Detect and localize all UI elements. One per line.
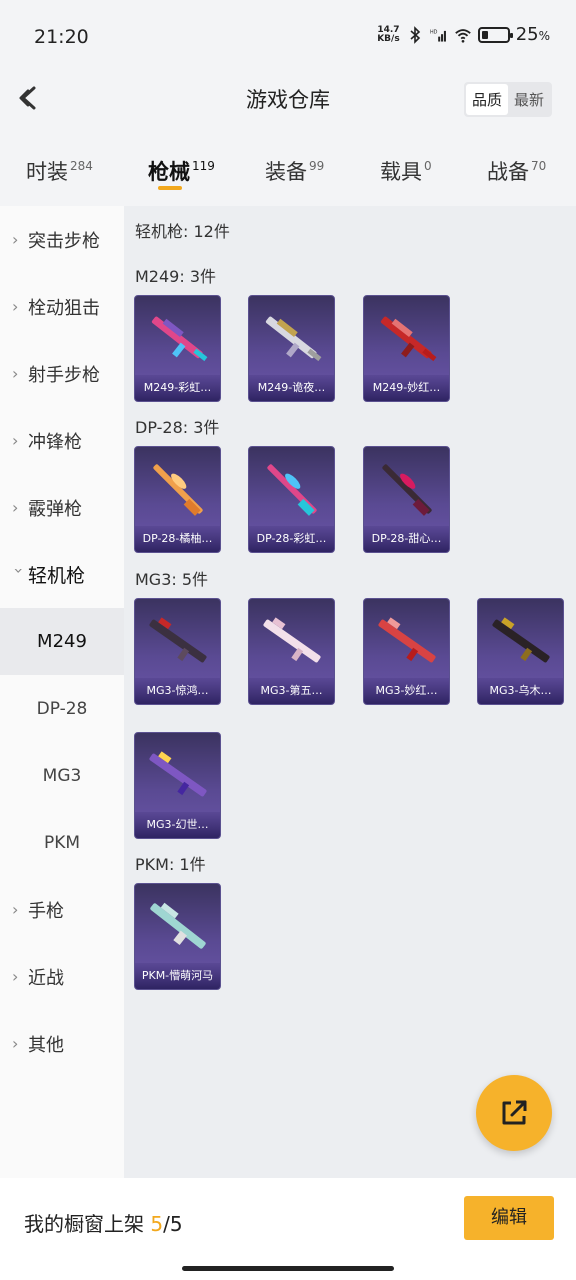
chevron-right-icon: › — [12, 498, 19, 517]
weapon-card[interactable]: MG3-惊鸿… — [134, 598, 221, 705]
weapon-card[interactable]: M249-妙红… — [363, 295, 450, 402]
weapon-skin-image — [149, 751, 207, 797]
showcase-label: 我的橱窗上架 5/5 — [24, 1212, 183, 1236]
weapon-card[interactable]: DP-28-甜心… — [363, 446, 450, 553]
share-external-icon — [502, 1100, 527, 1125]
status-icons: 14.7 KB/s HD 25% — [377, 24, 550, 45]
weapon-card[interactable]: M249-彩虹… — [134, 295, 221, 402]
weapon-sidebar: › 突击步枪 › 栓动狙击 › 射手步枪 › 冲锋枪 › 霰弹枪 › 轻机枪 M249 DP… — [0, 206, 124, 1178]
category-tabs: 时装 284 枪械 119 装备 99 载具 0 战备 70 — [0, 140, 576, 200]
weapon-skin-image — [380, 316, 437, 362]
sidebar-item-smg[interactable]: › 冲锋枪 — [0, 407, 124, 474]
chevron-right-icon: › — [12, 900, 19, 919]
weapon-skin-image — [153, 464, 203, 516]
battery-percent: 25% — [515, 24, 550, 45]
chevron-right-icon: › — [12, 967, 19, 986]
network-speed: 14.7 KB/s — [377, 24, 400, 44]
tab-fashion[interactable]: 时装 284 — [26, 156, 93, 186]
header: 游戏仓库 品质 最新 — [0, 72, 576, 128]
weapon-skin-image — [149, 617, 207, 663]
group-label-dp28: DP-28: 3件 — [135, 418, 220, 437]
share-fab-button[interactable] — [476, 1075, 552, 1151]
sort-toggle: 品质 最新 — [463, 82, 552, 117]
chevron-right-icon: › — [12, 1034, 19, 1053]
weapon-skin-image — [151, 316, 208, 362]
bluetooth-icon — [410, 25, 420, 44]
chevron-right-icon: › — [12, 431, 19, 450]
chevron-down-icon: › — [9, 567, 29, 574]
weapon-skin-image — [150, 902, 206, 949]
sidebar-item-bolt-sniper[interactable]: › 栓动狙击 — [0, 273, 124, 340]
home-indicator[interactable] — [182, 1266, 394, 1271]
sidebar-item-marksman-rifle[interactable]: › 射手步枪 — [0, 340, 124, 407]
edit-button[interactable]: 编辑 — [464, 1196, 554, 1240]
chevron-right-icon: › — [12, 364, 19, 383]
signal-icon: HD — [430, 29, 446, 42]
weapon-card[interactable]: MG3-第五… — [248, 598, 335, 705]
weapon-grid: 轻机枪: 12件 M249: 3件 M249-彩虹… M249-诡夜… M249… — [124, 206, 576, 1178]
tab-vehicles[interactable]: 载具 0 — [380, 156, 432, 186]
sidebar-item-dp28[interactable]: DP-28 — [0, 675, 124, 742]
svg-text:HD: HD — [430, 29, 438, 35]
showcase-bar: 我的橱窗上架 5/5 编辑 — [0, 1178, 576, 1280]
sidebar-item-other[interactable]: › 其他 — [0, 1010, 124, 1077]
tab-equipment[interactable]: 装备 99 — [265, 156, 324, 186]
group-label-mg3: MG3: 5件 — [135, 570, 209, 589]
weapon-card[interactable]: MG3-乌木… — [477, 598, 564, 705]
group-label-m249: M249: 3件 — [135, 267, 217, 286]
weapon-skin-image — [265, 316, 322, 362]
sidebar-item-mg3[interactable]: MG3 — [0, 742, 124, 809]
weapon-card[interactable]: M249-诡夜… — [248, 295, 335, 402]
status-bar: 21:20 14.7 KB/s HD 25% — [0, 0, 576, 72]
sidebar-item-shotgun[interactable]: › 霰弹枪 — [0, 474, 124, 541]
weapon-card[interactable]: DP-28-彩虹… — [248, 446, 335, 553]
weapon-card[interactable]: DP-28-橘柚… — [134, 446, 221, 553]
weapon-skin-image — [378, 617, 436, 663]
sidebar-item-assault-rifle[interactable]: › 突击步枪 — [0, 206, 124, 273]
weapon-skin-image — [382, 464, 432, 516]
sidebar-item-pkm[interactable]: PKM — [0, 809, 124, 876]
sidebar-item-m249[interactable]: M249 — [0, 608, 124, 675]
wifi-icon — [454, 28, 471, 43]
weapon-card[interactable]: MG3-幻世… — [134, 732, 221, 839]
tab-supplies[interactable]: 战备 70 — [487, 156, 546, 186]
sort-option-quality[interactable]: 品质 — [465, 84, 508, 115]
weapon-skin-image — [263, 617, 321, 663]
sidebar-item-lmg[interactable]: › 轻机枪 — [0, 541, 124, 608]
sort-option-latest[interactable]: 最新 — [508, 84, 550, 115]
group-label-pkm: PKM: 1件 — [135, 855, 206, 874]
chevron-right-icon: › — [12, 297, 19, 316]
weapon-card[interactable]: PKM-懵萌河马 — [134, 883, 221, 990]
sidebar-item-pistol[interactable]: › 手枪 — [0, 876, 124, 943]
weapon-skin-image — [267, 464, 317, 516]
chevron-right-icon: › — [12, 230, 19, 249]
sidebar-item-melee[interactable]: › 近战 — [0, 943, 124, 1010]
weapon-skin-image — [492, 617, 550, 663]
status-time: 21:20 — [34, 26, 89, 48]
tab-firearms[interactable]: 枪械 119 — [148, 156, 215, 186]
battery-icon — [477, 26, 513, 43]
active-tab-indicator — [158, 186, 182, 190]
category-total-label: 轻机枪: 12件 — [135, 222, 230, 241]
weapon-card[interactable]: MG3-妙红… — [363, 598, 450, 705]
